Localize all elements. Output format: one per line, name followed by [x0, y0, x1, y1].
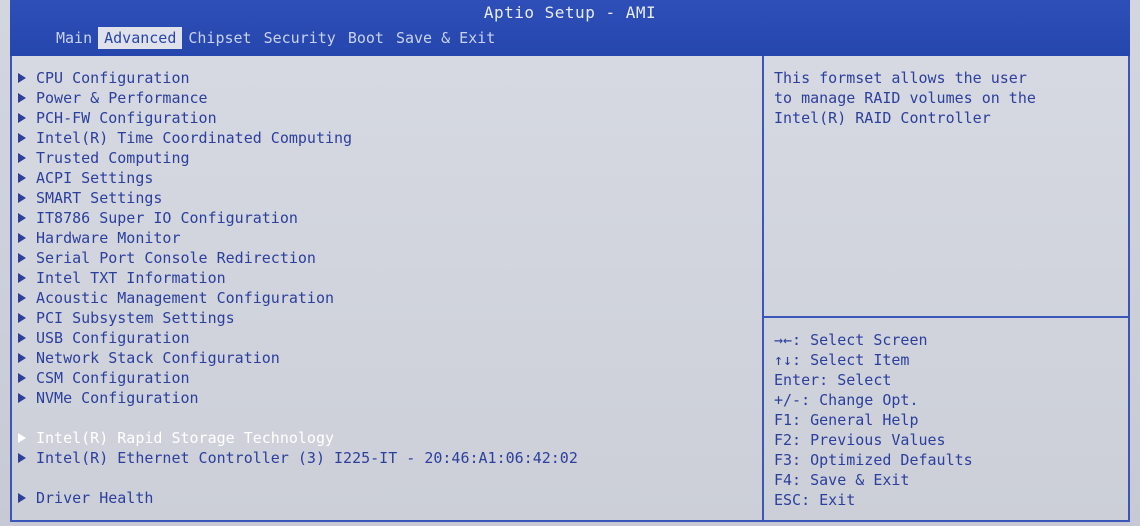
tab-main[interactable]: Main: [50, 27, 98, 49]
advanced-menu: CPU Configuration Power & Performance PC…: [18, 68, 578, 508]
menu-item-super-io-configuration[interactable]: IT8786 Super IO Configuration: [18, 208, 578, 228]
header-bar: Aptio Setup - AMI Main Advanced Chipset …: [10, 0, 1130, 56]
menu-item-label: Intel(R) Ethernet Controller (3) I225-IT…: [36, 449, 578, 467]
menu-item-label: Power & Performance: [36, 89, 208, 107]
submenu-arrow-icon: [18, 333, 26, 343]
menu-item-label: IT8786 Super IO Configuration: [36, 209, 298, 227]
submenu-arrow-icon: [18, 393, 26, 403]
help-line: Intel(R) RAID Controller: [774, 109, 991, 127]
key-hint-select-item: ↑↓: Select Item: [774, 351, 910, 369]
submenu-arrow-icon: [18, 133, 26, 143]
menu-item-intel-txt-information[interactable]: Intel TXT Information: [18, 268, 578, 288]
submenu-arrow-icon: [18, 173, 26, 183]
tab-advanced[interactable]: Advanced: [98, 27, 183, 49]
tab-save-exit[interactable]: Save & Exit: [390, 27, 501, 49]
menu-item-label: PCH-FW Configuration: [36, 109, 217, 127]
key-hint-change-opt: +/-: Change Opt.: [774, 391, 919, 409]
tab-security[interactable]: Security: [258, 27, 342, 49]
menu-item-label: Driver Health: [36, 489, 154, 507]
menu-item-label: NVMe Configuration: [36, 389, 199, 407]
menu-item-cpu-configuration[interactable]: CPU Configuration: [18, 68, 578, 88]
menu-item-power-performance[interactable]: Power & Performance: [18, 88, 578, 108]
menu-item-label: Hardware Monitor: [36, 229, 181, 247]
key-hint-f3: F3: Optimized Defaults: [774, 451, 973, 469]
menu-item-smart-settings[interactable]: SMART Settings: [18, 188, 578, 208]
menu-item-csm-configuration[interactable]: CSM Configuration: [18, 368, 578, 388]
submenu-arrow-icon: [18, 293, 26, 303]
menu-item-label: PCI Subsystem Settings: [36, 309, 235, 327]
menu-item-driver-health[interactable]: Driver Health: [18, 488, 578, 508]
menu-item-label: CSM Configuration: [36, 369, 190, 387]
menu-item-ethernet-controller[interactable]: Intel(R) Ethernet Controller (3) I225-IT…: [18, 448, 578, 468]
help-line: to manage RAID volumes on the: [774, 89, 1036, 107]
menu-item-nvme-configuration[interactable]: NVMe Configuration: [18, 388, 578, 408]
menu-item-usb-configuration[interactable]: USB Configuration: [18, 328, 578, 348]
key-legend: →←: Select Screen ↑↓: Select Item Enter:…: [774, 330, 1124, 510]
submenu-arrow-icon: [18, 213, 26, 223]
submenu-arrow-icon: [18, 73, 26, 83]
help-line: This formset allows the user: [774, 69, 1027, 87]
submenu-arrow-icon: [18, 253, 26, 263]
menu-item-label: Intel(R) Rapid Storage Technology: [36, 429, 335, 447]
key-hint-select-screen: →←: Select Screen: [774, 331, 928, 349]
menu-item-label: Trusted Computing: [36, 149, 190, 167]
menu-item-label: Intel TXT Information: [36, 269, 226, 287]
menu-item-acpi-settings[interactable]: ACPI Settings: [18, 168, 578, 188]
vertical-divider: [762, 56, 764, 520]
submenu-arrow-icon: [18, 193, 26, 203]
menu-item-network-stack[interactable]: Network Stack Configuration: [18, 348, 578, 368]
menu-item-label: Network Stack Configuration: [36, 349, 280, 367]
menu-item-hardware-monitor[interactable]: Hardware Monitor: [18, 228, 578, 248]
submenu-arrow-icon: [18, 373, 26, 383]
menu-item-pch-fw-configuration[interactable]: PCH-FW Configuration: [18, 108, 578, 128]
key-hint-f2: F2: Previous Values: [774, 431, 946, 449]
menu-item-label: CPU Configuration: [36, 69, 190, 87]
tab-chipset[interactable]: Chipset: [182, 27, 257, 49]
menu-item-label: Acoustic Management Configuration: [36, 289, 335, 307]
main-frame: CPU Configuration Power & Performance PC…: [10, 56, 1130, 522]
menu-item-label: USB Configuration: [36, 329, 190, 347]
submenu-arrow-icon: [18, 353, 26, 363]
help-divider: [764, 316, 1130, 318]
menu-item-rapid-storage-technology[interactable]: Intel(R) Rapid Storage Technology: [18, 428, 578, 448]
app-title: Aptio Setup - AMI: [483, 3, 657, 22]
menu-item-trusted-computing[interactable]: Trusted Computing: [18, 148, 578, 168]
menu-item-time-coordinated-computing[interactable]: Intel(R) Time Coordinated Computing: [18, 128, 578, 148]
bios-screen: Aptio Setup - AMI Main Advanced Chipset …: [0, 0, 1140, 526]
submenu-arrow-icon: [18, 493, 26, 503]
submenu-arrow-icon: [18, 153, 26, 163]
menu-item-label: Serial Port Console Redirection: [36, 249, 316, 267]
tab-bar: Main Advanced Chipset Security Boot Save…: [50, 27, 501, 49]
key-hint-f4: F4: Save & Exit: [774, 471, 910, 489]
key-hint-f1: F1: General Help: [774, 411, 919, 429]
menu-item-label: SMART Settings: [36, 189, 163, 207]
menu-item-pci-subsystem[interactable]: PCI Subsystem Settings: [18, 308, 578, 328]
menu-item-label: Intel(R) Time Coordinated Computing: [36, 129, 353, 147]
menu-item-acoustic-management[interactable]: Acoustic Management Configuration: [18, 288, 578, 308]
submenu-arrow-icon: [18, 313, 26, 323]
key-hint-esc: ESC: Exit: [774, 491, 856, 509]
tab-boot[interactable]: Boot: [342, 27, 390, 49]
help-text: This formset allows the user to manage R…: [774, 68, 1124, 128]
submenu-arrow-icon: [18, 93, 26, 103]
menu-item-label: ACPI Settings: [36, 169, 154, 187]
submenu-arrow-icon: [18, 273, 26, 283]
submenu-arrow-icon: [18, 453, 26, 463]
submenu-arrow-icon: [18, 113, 26, 123]
submenu-arrow-icon: [18, 233, 26, 243]
submenu-arrow-icon: [18, 433, 26, 443]
menu-item-serial-port-console[interactable]: Serial Port Console Redirection: [18, 248, 578, 268]
key-hint-enter: Enter: Select: [774, 371, 892, 389]
